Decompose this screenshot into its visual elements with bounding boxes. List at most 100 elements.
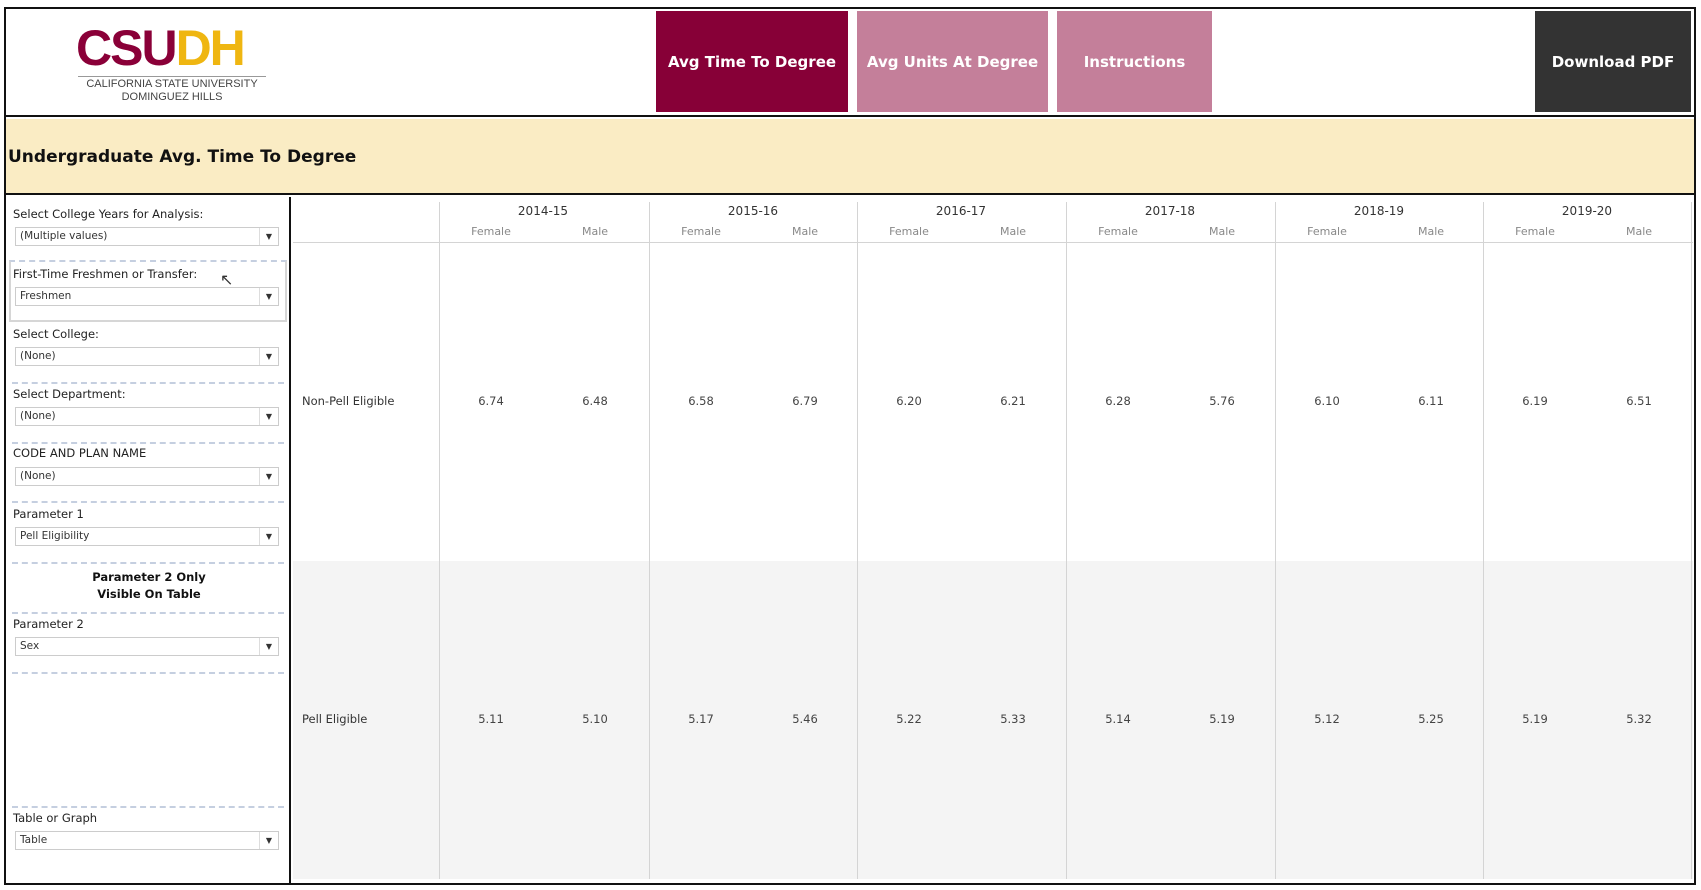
instructions-button[interactable]: Instructions bbox=[1057, 11, 1212, 112]
parameter-2-label: Parameter 2 bbox=[13, 617, 84, 631]
table-cell: 6.11 bbox=[1418, 394, 1444, 408]
logo-line2: DOMINGUEZ HILLS bbox=[121, 91, 223, 103]
filter-divider bbox=[12, 806, 284, 808]
logo-rule bbox=[78, 76, 266, 77]
college-years-dropdown[interactable]: (Multiple values) ▼ bbox=[15, 227, 279, 246]
chevron-down-icon[interactable]: ▼ bbox=[259, 228, 278, 245]
column-divider bbox=[1483, 202, 1484, 879]
title-band: Undergraduate Avg. Time To Degree bbox=[6, 119, 1694, 195]
table-cell: 5.33 bbox=[1000, 712, 1026, 726]
table-cell: 5.17 bbox=[688, 712, 714, 726]
freshmen-or-transfer-value: Freshmen bbox=[20, 290, 72, 302]
download-pdf-button[interactable]: Download PDF bbox=[1535, 11, 1691, 112]
college-years-value: (Multiple values) bbox=[20, 230, 108, 242]
table-cell: 5.76 bbox=[1209, 394, 1235, 408]
sex-header: Female bbox=[681, 225, 721, 238]
year-header: 2018-19 bbox=[1353, 204, 1405, 218]
sex-header: Female bbox=[1515, 225, 1555, 238]
table-cell: 6.51 bbox=[1626, 394, 1652, 408]
department-dropdown[interactable]: (None) ▼ bbox=[15, 407, 279, 426]
sex-header: Female bbox=[889, 225, 929, 238]
table-cell: 5.19 bbox=[1522, 712, 1548, 726]
table-or-graph-value: Table bbox=[20, 834, 48, 846]
filter-divider bbox=[12, 612, 284, 614]
chevron-down-icon[interactable]: ▼ bbox=[259, 832, 278, 849]
csudh-logo: CSUDH bbox=[76, 20, 246, 76]
table-cell: 6.20 bbox=[896, 394, 922, 408]
sex-header: Female bbox=[1307, 225, 1347, 238]
row-label: Non-Pell Eligible bbox=[302, 394, 395, 408]
college-years-label: Select College Years for Analysis: bbox=[13, 207, 204, 221]
column-divider bbox=[857, 202, 858, 879]
table-cell: 5.46 bbox=[792, 712, 818, 726]
table-cell: 5.32 bbox=[1626, 712, 1652, 726]
sex-header: Male bbox=[1625, 225, 1653, 238]
code-and-plan-name-value: (None) bbox=[20, 470, 56, 482]
chevron-down-icon[interactable]: ▼ bbox=[259, 348, 278, 365]
sex-header: Male bbox=[1417, 225, 1445, 238]
table-cell: 6.21 bbox=[1000, 394, 1026, 408]
column-divider bbox=[439, 202, 440, 879]
note-line2: Visible On Table bbox=[97, 587, 201, 601]
sex-header: Male bbox=[1208, 225, 1236, 238]
column-divider bbox=[1275, 202, 1276, 879]
filter-divider bbox=[12, 501, 284, 503]
table-cell: 6.74 bbox=[478, 394, 504, 408]
parameter-2-dropdown[interactable]: Sex ▼ bbox=[15, 637, 279, 656]
table-cell: 6.19 bbox=[1522, 394, 1548, 408]
note-line1: Parameter 2 Only bbox=[92, 570, 206, 584]
parameter-1-label: Parameter 1 bbox=[13, 507, 84, 521]
college-value: (None) bbox=[20, 350, 56, 362]
row-label: Pell Eligible bbox=[302, 712, 368, 726]
chevron-down-icon[interactable]: ▼ bbox=[259, 528, 278, 545]
sex-header: Female bbox=[1098, 225, 1138, 238]
year-header: 2014-15 bbox=[517, 204, 569, 218]
column-divider bbox=[649, 202, 650, 879]
sex-header: Male bbox=[791, 225, 819, 238]
department-value: (None) bbox=[20, 410, 56, 422]
chevron-down-icon[interactable]: ▼ bbox=[259, 408, 278, 425]
logo-subtitle: CALIFORNIA STATE UNIVERSITY DOMINGUEZ HIL… bbox=[70, 78, 274, 104]
table-cell: 6.48 bbox=[582, 394, 608, 408]
table-cell: 6.28 bbox=[1105, 394, 1131, 408]
department-label: Select Department: bbox=[13, 387, 126, 401]
table-cell: 5.10 bbox=[582, 712, 608, 726]
mouse-cursor-icon: ↖ bbox=[220, 270, 234, 289]
logo-csu: CSU bbox=[76, 20, 178, 76]
freshmen-or-transfer-dropdown[interactable]: Freshmen ▼ bbox=[15, 287, 279, 306]
column-divider bbox=[1691, 202, 1692, 879]
page-title: Undergraduate Avg. Time To Degree bbox=[8, 147, 357, 167]
column-divider bbox=[1066, 202, 1067, 879]
logo-dh: DH bbox=[175, 20, 246, 76]
table-cell: 5.22 bbox=[896, 712, 922, 726]
year-header: 2015-16 bbox=[727, 204, 779, 218]
parameter-2-note: Parameter 2 Only Visible On Table bbox=[13, 569, 285, 603]
college-label: Select College: bbox=[13, 327, 99, 341]
sex-header: Female bbox=[471, 225, 511, 238]
chevron-down-icon[interactable]: ▼ bbox=[259, 638, 278, 655]
table-or-graph-dropdown[interactable]: Table ▼ bbox=[15, 831, 279, 850]
code-and-plan-name-dropdown[interactable]: (None) ▼ bbox=[15, 467, 279, 486]
parameter-1-value: Pell Eligibility bbox=[20, 530, 90, 542]
code-and-plan-name-label: CODE AND PLAN NAME bbox=[13, 446, 147, 460]
filter-divider bbox=[12, 382, 284, 384]
freshmen-or-transfer-label: First-Time Freshmen or Transfer: bbox=[13, 267, 198, 281]
table-cell: 5.19 bbox=[1209, 712, 1235, 726]
table-cell: 6.58 bbox=[688, 394, 714, 408]
avg-units-at-degree-button[interactable]: Avg Units At Degree bbox=[857, 11, 1048, 112]
table-cell: 5.25 bbox=[1418, 712, 1444, 726]
chevron-down-icon[interactable]: ▼ bbox=[259, 288, 278, 305]
college-dropdown[interactable]: (None) ▼ bbox=[15, 347, 279, 366]
avg-time-to-degree-button[interactable]: Avg Time To Degree bbox=[656, 11, 848, 112]
table-cell: 5.14 bbox=[1105, 712, 1131, 726]
parameter-2-value: Sex bbox=[20, 640, 40, 652]
table-or-graph-label: Table or Graph bbox=[13, 811, 98, 825]
chevron-down-icon[interactable]: ▼ bbox=[259, 468, 278, 485]
sex-header: Male bbox=[999, 225, 1027, 238]
parameter-1-dropdown[interactable]: Pell Eligibility ▼ bbox=[15, 527, 279, 546]
year-header: 2017-18 bbox=[1144, 204, 1196, 218]
table-cell: 6.79 bbox=[792, 394, 818, 408]
logo-line1: CALIFORNIA STATE UNIVERSITY bbox=[86, 78, 258, 90]
year-header: 2016-17 bbox=[935, 204, 987, 218]
filter-divider bbox=[12, 442, 284, 444]
